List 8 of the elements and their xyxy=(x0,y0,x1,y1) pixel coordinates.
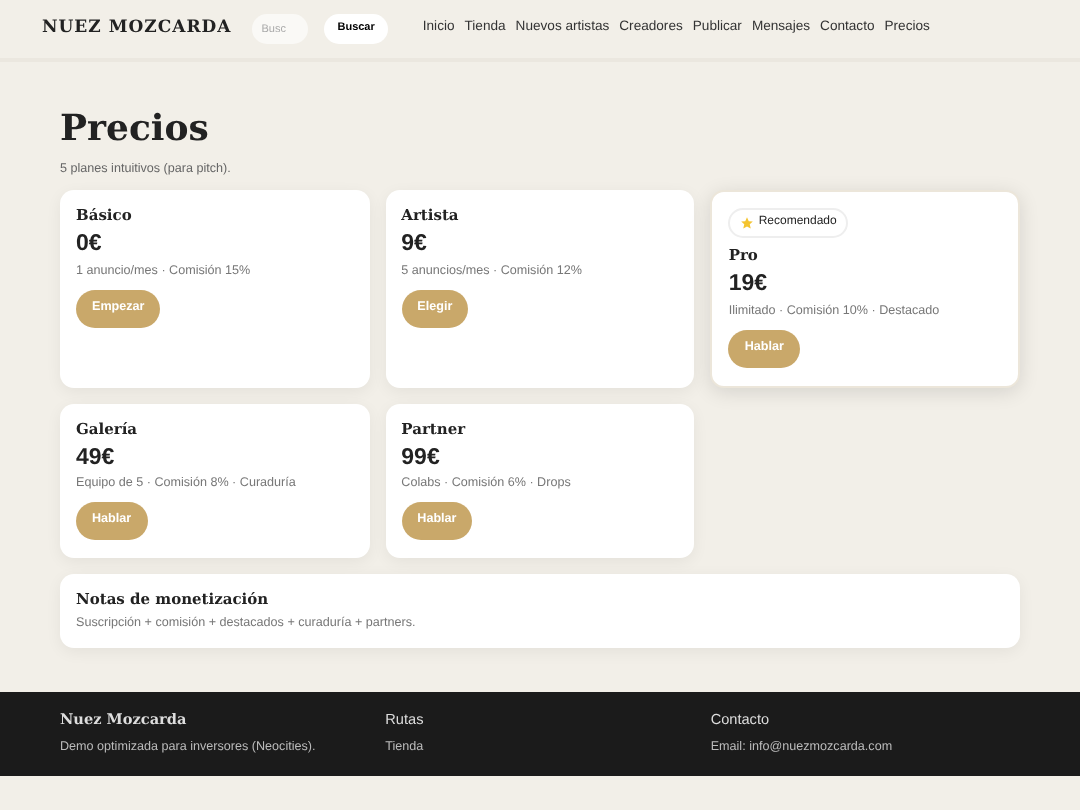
brand-logo[interactable]: NUEZ MOZCARDA xyxy=(42,16,232,42)
plan-price: 9€ xyxy=(401,232,429,261)
plan-price: 19€ xyxy=(728,272,770,301)
star-icon xyxy=(740,216,755,231)
plan-price: 49€ xyxy=(76,445,117,473)
plan-price: 0€ xyxy=(76,232,104,261)
page-title: Precios xyxy=(60,110,211,150)
plan-price: 99€ xyxy=(401,445,442,473)
